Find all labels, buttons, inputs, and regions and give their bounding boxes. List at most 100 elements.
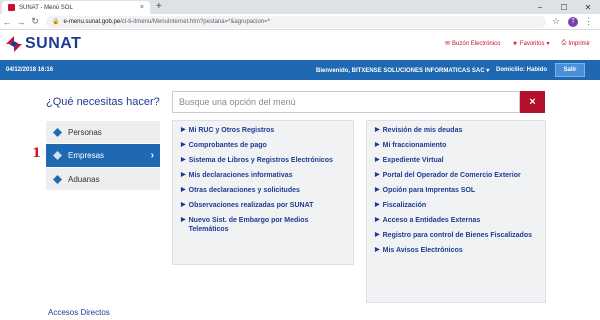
profile-avatar[interactable]: T <box>568 16 579 27</box>
bookmark-star-icon[interactable]: ☆ <box>552 16 560 27</box>
buzon-label: Buzón Electrónico <box>452 40 501 47</box>
maximize-icon[interactable]: ☐ <box>552 0 576 14</box>
arrow-right-icon: ▶ <box>375 157 380 163</box>
arrow-right-icon: ▶ <box>181 187 186 193</box>
menu-item-observaciones[interactable]: ▶ Observaciones realizadas por SUNAT <box>173 201 353 210</box>
menu-item-label: Comprobantes de pago <box>188 142 267 149</box>
address-bar[interactable]: 🔒 e-menu.sunat.gob.pe/cl-ti-itmenu/MenuI… <box>46 15 546 28</box>
page-question: ¿Qué necesitas hacer? <box>46 96 160 108</box>
menu-item-fiscalizacion[interactable]: ▶ Fiscalización <box>367 201 545 210</box>
menu-item-label: Expediente Virtual <box>382 157 444 164</box>
arrow-right-icon: ▶ <box>181 142 186 148</box>
caret-down-icon: ▾ <box>546 41 550 47</box>
browser-toolbar: ← → ↻ 🔒 e-menu.sunat.gob.pe/cl-ti-itmenu… <box>0 14 600 30</box>
side-menu: Personas Empresas › Aduanas <box>46 121 160 191</box>
menu-item-label: Otras declaraciones y solicitudes <box>188 187 300 194</box>
minimize-icon[interactable]: − <box>528 0 552 14</box>
arrow-right-icon: ▶ <box>181 202 186 208</box>
side-item-label: Personas <box>68 127 102 137</box>
menu-item-label: Nuevo Sist. de Embargo por Medios Telemá… <box>188 217 309 233</box>
menu-item-deudas[interactable]: ▶ Revisión de mis deudas <box>367 126 545 135</box>
menu-item-otras-declaraciones[interactable]: ▶ Otras declaraciones y solicitudes <box>173 186 353 195</box>
sunat-logo[interactable]: SUNAT <box>6 35 81 53</box>
menu-item-avisos[interactable]: ▶ Mis Avisos Electrónicos <box>367 246 545 255</box>
arrow-right-icon: ▶ <box>375 172 380 178</box>
menu-item-label: Mi RUC y Otros Registros <box>188 127 275 134</box>
menu-item-label: Mis declaraciones informativas <box>188 172 293 179</box>
side-item-empresas[interactable]: Empresas › <box>46 144 160 168</box>
menu-item-label: Acceso a Entidades Externas <box>382 217 481 224</box>
imprimir-label: Imprimir <box>568 40 590 47</box>
tab-title: SUNAT - Menú SOL <box>19 4 73 11</box>
menu-item-label: Mi fraccionamiento <box>382 142 447 149</box>
window-controls: − ☐ ✕ <box>528 0 600 14</box>
buzon-link[interactable]: ✉ Buzón Electrónico <box>445 40 501 48</box>
menu-item-label: Fiscalización <box>382 202 427 209</box>
url-path: /cl-ti-itmenu/MenuInternet.htm?pestana=*… <box>120 18 270 25</box>
favoritos-label: Favoritos <box>519 40 545 47</box>
diamond-icon <box>52 174 62 184</box>
imprimir-link[interactable]: ⎙ Imprimir <box>562 40 590 47</box>
arrow-right-icon: ▶ <box>375 247 380 253</box>
menu-item-entidades-externas[interactable]: ▶ Acceso a Entidades Externas <box>367 216 545 225</box>
arrow-right-icon: ▶ <box>375 127 380 133</box>
menu-item-label: Sistema de Libros y Registros Electrónic… <box>188 157 333 164</box>
back-arrow-icon[interactable]: ← <box>0 17 14 27</box>
welcome-menu[interactable]: Bienvenido, BITXENSE SOLUCIONES INFORMAT… <box>316 67 489 74</box>
close-window-icon[interactable]: ✕ <box>576 0 600 14</box>
header-links: ✉ Buzón Electrónico ★ Favoritos ▾ ⎙ Imprimir <box>445 40 590 47</box>
chevron-right-icon: › <box>150 150 154 161</box>
domicilio-status: Domicilio: Habido <box>496 67 547 73</box>
url-domain: e-menu.sunat.gob.pe <box>63 18 121 25</box>
reload-icon[interactable]: ↻ <box>28 16 42 27</box>
arrow-right-icon: ▶ <box>375 217 380 223</box>
annotation-number-1: 1 <box>32 146 42 161</box>
arrow-right-icon: ▶ <box>181 157 186 163</box>
side-item-label: Aduanas <box>68 174 100 184</box>
arrow-right-icon: ▶ <box>375 187 380 193</box>
session-date: 04/12/2018 16:16 <box>6 67 54 73</box>
browser-tabstrip: SUNAT - Menú SOL × + − ☐ ✕ <box>0 0 600 14</box>
caret-down-icon: ▾ <box>486 68 490 74</box>
search-clear-button[interactable]: × <box>520 91 545 113</box>
diamond-icon <box>52 151 62 161</box>
menu-search-input[interactable]: Busque una opción del menú <box>172 91 520 113</box>
menu-item-libros[interactable]: ▶ Sistema de Libros y Registros Electróni… <box>173 156 353 165</box>
forward-arrow-icon[interactable]: → <box>14 17 28 27</box>
logo-text: SUNAT <box>25 35 82 52</box>
menu-item-expediente[interactable]: ▶ Expediente Virtual <box>367 156 545 165</box>
arrow-right-icon: ▶ <box>181 172 186 178</box>
accesos-directos-heading: Accesos Directos <box>48 308 110 317</box>
envelope-icon: ✉ <box>445 41 451 47</box>
logout-button[interactable]: Salir <box>555 63 585 77</box>
menu-item-comercio-exterior[interactable]: ▶ Portal del Operador de Comercio Exterio… <box>367 171 545 180</box>
sunat-favicon-icon <box>8 4 15 11</box>
side-item-aduanas[interactable]: Aduanas <box>46 168 160 191</box>
tab-close-icon[interactable]: × <box>140 4 144 11</box>
arrow-right-icon: ▶ <box>375 232 380 238</box>
menu-item-mi-ruc[interactable]: ▶ Mi RUC y Otros Registros <box>173 126 353 135</box>
menu-item-label: Mis Avisos Electrónicos <box>382 247 463 254</box>
menu-item-label: Opción para Imprentas SOL <box>382 187 476 194</box>
menu-item-fraccionamiento[interactable]: ▶ Mi fraccionamiento <box>367 141 545 150</box>
sunat-logo-icon <box>6 36 22 52</box>
menu-item-bienes-fiscalizados[interactable]: ▶ Registro para control de Bienes Fiscali… <box>367 231 545 240</box>
side-item-personas[interactable]: Personas <box>46 121 160 144</box>
new-tab-button[interactable]: + <box>156 1 162 12</box>
menu-column-2: ▶ Revisión de mis deudas ▶ Mi fraccionamie… <box>366 120 546 303</box>
star-icon: ★ <box>512 41 518 47</box>
menu-item-declaraciones[interactable]: ▶ Mis declaraciones informativas <box>173 171 353 180</box>
menu-item-imprentas[interactable]: ▶ Opción para Imprentas SOL <box>367 186 545 195</box>
browser-tab[interactable]: SUNAT - Menú SOL × <box>2 1 150 14</box>
menu-item-label: Portal del Operador de Comercio Exterior <box>382 172 521 179</box>
menu-item-comprobantes[interactable]: ▶ Comprobantes de pago <box>173 141 353 150</box>
diamond-icon <box>52 127 62 137</box>
printer-icon: ⎙ <box>561 40 567 46</box>
arrow-right-icon: ▶ <box>375 142 380 148</box>
menu-item-label: Revisión de mis deudas <box>382 127 463 134</box>
favoritos-link[interactable]: ★ Favoritos ▾ <box>512 40 550 48</box>
browser-menu-icon[interactable]: ⋮ <box>584 16 593 27</box>
arrow-right-icon: ▶ <box>375 202 380 208</box>
user-info-bar: 04/12/2018 16:16 Bienvenido, BITXENSE SO… <box>0 60 600 80</box>
menu-item-embargo[interactable]: ▶ Nuevo Sist. de Embargo por Medios Telem… <box>173 216 353 234</box>
